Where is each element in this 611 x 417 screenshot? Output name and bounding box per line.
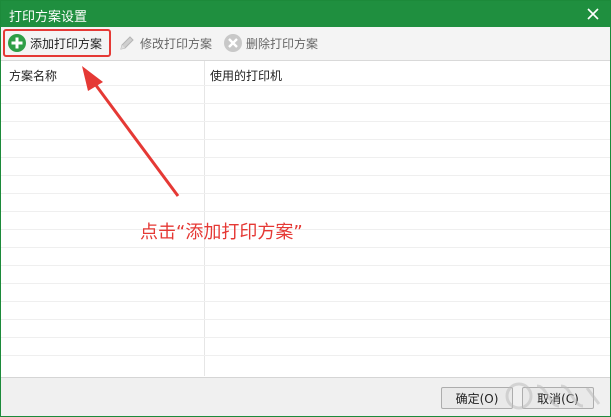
tutorial-annotation: 点击“添加打印方案”: [140, 222, 303, 243]
row-divider: [1, 265, 610, 266]
table-header: 方案名称 使用的打印机: [1, 61, 610, 85]
row-divider: [1, 355, 610, 356]
row-divider: [1, 211, 610, 212]
pencil-icon: [117, 33, 137, 53]
watermark-logo: [505, 382, 601, 410]
row-divider: [1, 193, 610, 194]
row-divider: [1, 229, 610, 230]
row-divider: [1, 283, 610, 284]
column-header-printer[interactable]: 使用的打印机: [210, 67, 282, 84]
scheme-table: 方案名称 使用的打印机: [1, 61, 610, 376]
window-title: 打印方案设置: [9, 10, 88, 25]
title-bar: 打印方案设置: [1, 1, 610, 27]
edit-scheme-label: 修改打印方案: [140, 36, 213, 51]
edit-scheme-button[interactable]: 修改打印方案: [117, 31, 212, 55]
row-divider: [1, 139, 610, 140]
row-divider: [1, 85, 610, 86]
print-scheme-window: 打印方案设置 添加打印方案 修改打印方案 删除打印方案 方案名称 使用的打印机 …: [0, 0, 611, 417]
row-divider: [1, 157, 610, 158]
row-divider: [1, 121, 610, 122]
row-divider: [1, 247, 610, 248]
delete-scheme-label: 删除打印方案: [246, 36, 319, 51]
row-divider: [1, 103, 610, 104]
row-divider: [1, 337, 610, 338]
row-divider: [1, 301, 610, 302]
delete-scheme-button[interactable]: 删除打印方案: [223, 31, 318, 55]
row-divider: [1, 319, 610, 320]
column-header-scheme-name[interactable]: 方案名称: [9, 67, 57, 84]
x-circle-icon: [223, 33, 243, 53]
close-icon: [587, 8, 599, 20]
close-button[interactable]: [576, 1, 610, 27]
row-divider: [1, 175, 610, 176]
tutorial-highlight-box: [3, 29, 111, 57]
